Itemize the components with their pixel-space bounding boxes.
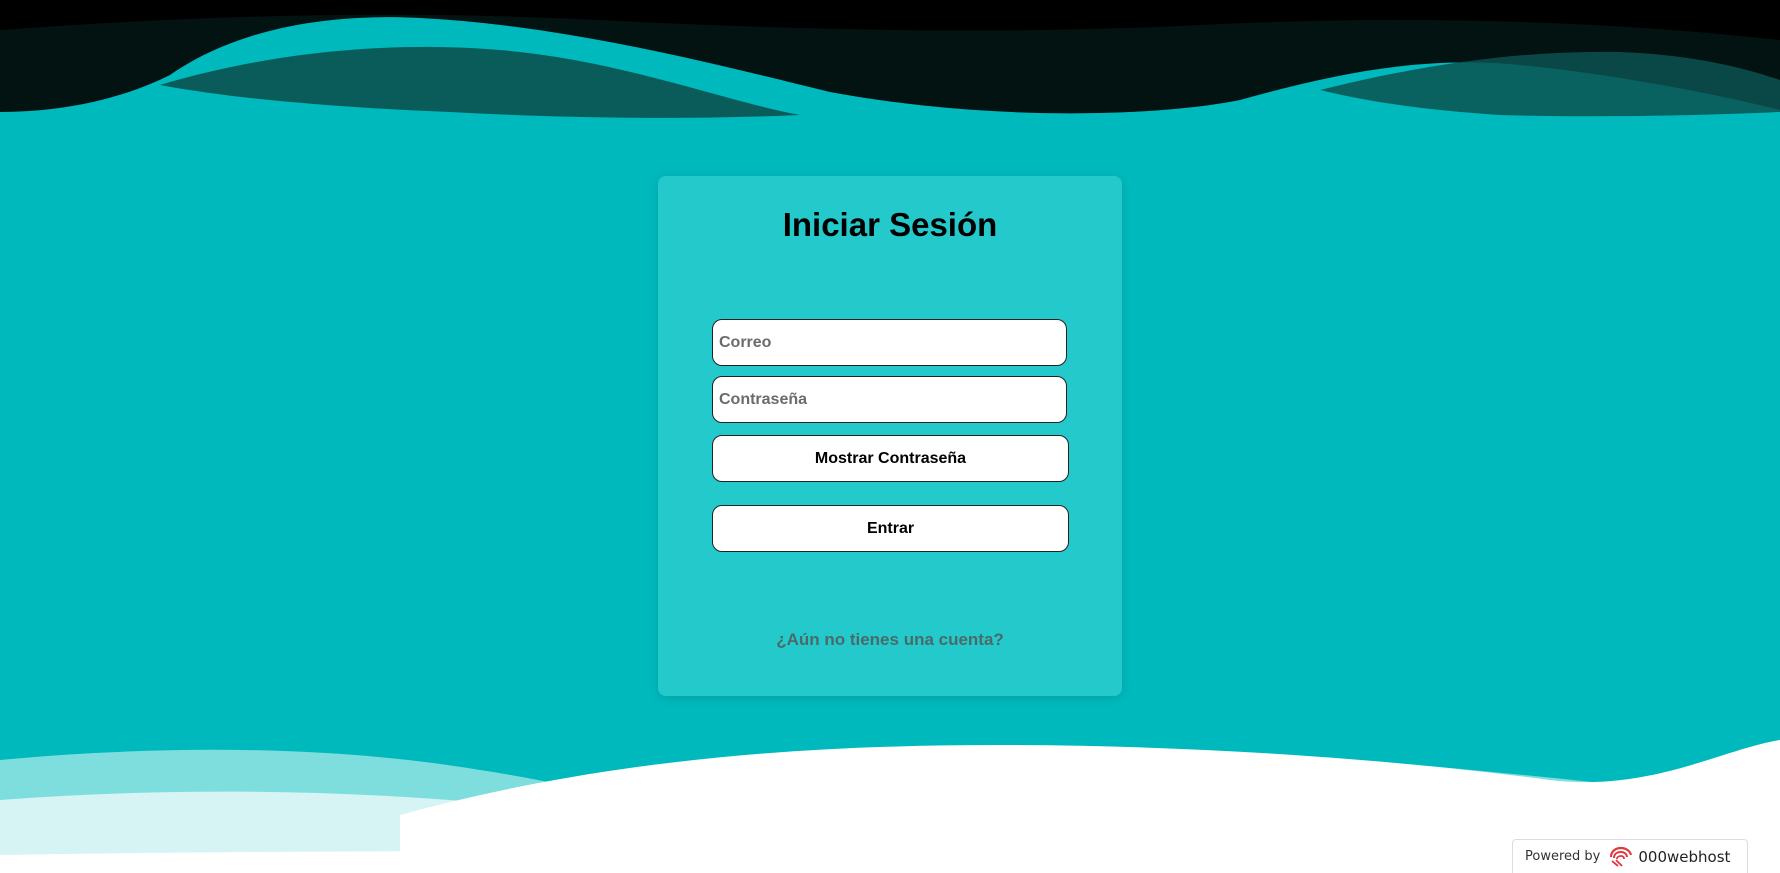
signup-link[interactable]: ¿Aún no tienes una cuenta? xyxy=(658,630,1122,650)
page-title: Iniciar Sesión xyxy=(782,206,998,243)
webhost-logo-icon xyxy=(1610,846,1633,867)
show-password-button[interactable]: Mostrar Contraseña xyxy=(712,435,1069,482)
powered-by-badge[interactable]: Powered by 000webhost xyxy=(1512,839,1748,873)
login-card: Iniciar Sesión Mostrar Contraseña Entrar… xyxy=(658,176,1122,696)
webhost-name: 000webhost xyxy=(1638,847,1731,866)
top-wave-decoration xyxy=(0,0,1780,118)
powered-by-label: Powered by xyxy=(1525,849,1601,864)
password-input[interactable] xyxy=(712,376,1067,423)
submit-button[interactable]: Entrar xyxy=(712,505,1069,552)
email-input[interactable] xyxy=(712,319,1067,366)
